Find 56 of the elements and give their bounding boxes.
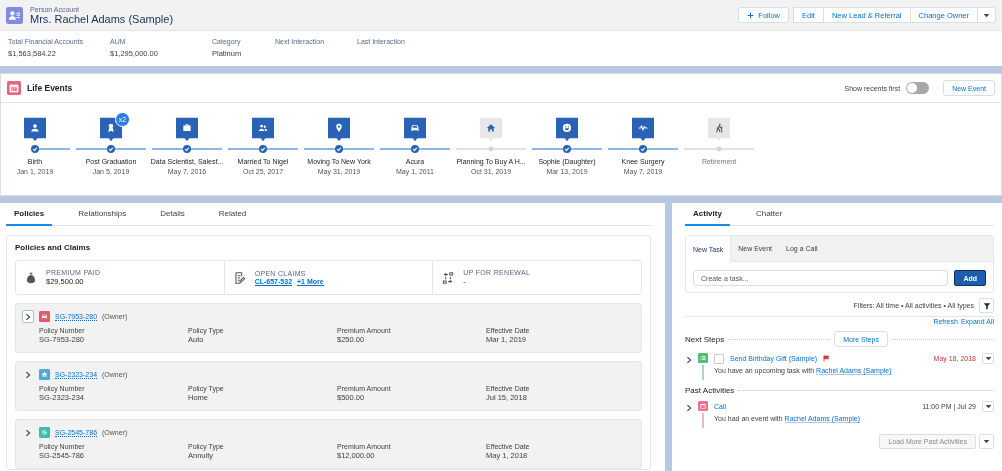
tab[interactable]: Activity — [685, 203, 730, 226]
summary-icon — [441, 270, 456, 285]
tab[interactable]: Details — [152, 203, 193, 226]
card-title: Policies and Claims — [15, 243, 92, 252]
section-title: Past Activities — [685, 386, 735, 395]
summary-icon — [232, 270, 247, 285]
check-icon — [107, 145, 115, 153]
tab[interactable]: Chatter — [747, 203, 791, 226]
life-event-icon[interactable] — [632, 117, 654, 142]
task-icon — [698, 353, 708, 363]
pending-dot-icon — [487, 145, 495, 153]
check-icon — [639, 145, 647, 153]
calendar-icon — [7, 81, 21, 95]
card-title: Life Events — [27, 83, 73, 93]
expand-chevron-icon[interactable] — [685, 356, 693, 364]
life-event-icon[interactable] — [24, 117, 46, 142]
plus-icon — [747, 11, 755, 19]
more-actions-button[interactable] — [977, 7, 996, 23]
tab[interactable]: Relationships — [70, 203, 135, 226]
summary-icon — [24, 270, 38, 285]
life-event-icon[interactable] — [252, 117, 274, 142]
caret-icon — [983, 439, 990, 444]
filter-icon — [982, 301, 991, 310]
load-options-button[interactable] — [979, 434, 994, 449]
item-menu-button[interactable] — [982, 401, 994, 412]
section-title: Next Steps — [685, 334, 725, 344]
life-event-icon[interactable] — [708, 117, 730, 142]
chevron-icon — [24, 370, 32, 379]
check-icon — [183, 145, 191, 153]
check-icon — [411, 145, 419, 153]
check-icon — [335, 145, 343, 153]
check-icon — [259, 145, 267, 153]
check-icon — [31, 145, 39, 153]
pending-dot-icon — [715, 145, 723, 153]
life-event-icon[interactable] — [404, 117, 426, 142]
tab[interactable]: Related — [210, 203, 255, 226]
task-checkbox[interactable] — [714, 353, 724, 364]
check-icon — [563, 145, 571, 153]
person-account-icon — [6, 6, 23, 24]
chevron-icon — [24, 312, 32, 321]
life-event-icon[interactable] — [556, 117, 578, 142]
chevron-icon — [24, 428, 32, 437]
expand-button[interactable] — [22, 310, 34, 323]
filter-button[interactable] — [979, 298, 994, 313]
tab[interactable]: Policies — [6, 203, 53, 226]
calendar-icon — [698, 401, 708, 411]
life-event-icon[interactable] — [480, 117, 502, 142]
caret-icon — [984, 404, 992, 409]
life-event-icon[interactable] — [328, 117, 350, 142]
toggle-switch[interactable] — [906, 82, 930, 94]
caret-icon — [983, 12, 990, 18]
caret-icon — [984, 356, 992, 361]
record-title: Mrs. Rachel Adams (Sample) — [30, 12, 174, 25]
item-menu-button[interactable] — [982, 353, 994, 364]
life-event-icon[interactable] — [176, 117, 198, 142]
expand-chevron-icon[interactable] — [685, 404, 693, 412]
